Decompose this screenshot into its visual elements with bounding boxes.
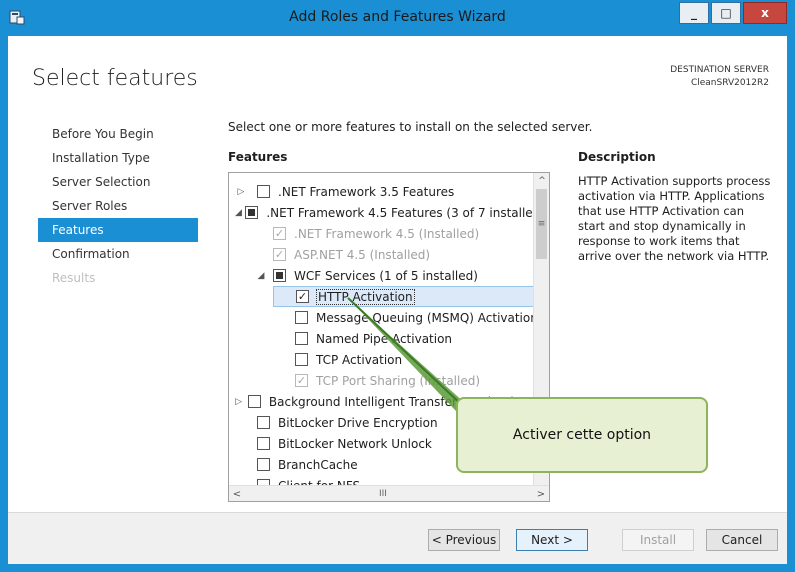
wizard-body: Select features DESTINATION SERVER Clean… (8, 36, 787, 564)
install-button: Install (622, 529, 694, 551)
window-title: Add Roles and Features Wizard (289, 9, 506, 25)
next-button[interactable]: Next > (516, 529, 588, 551)
maximize-button[interactable]: □ (711, 2, 741, 24)
callout-pointer-icon (347, 297, 466, 411)
cancel-button[interactable]: Cancel (706, 529, 778, 551)
title-bar[interactable]: Add Roles and Features Wizard _ □ x (0, 0, 795, 36)
window-controls: _ □ x (677, 2, 787, 24)
wizard-footer: < Previous Next > Install Cancel (8, 512, 787, 564)
annotation-callout: Activer cette option (456, 397, 708, 473)
close-button[interactable]: x (743, 2, 787, 24)
minimize-button[interactable]: _ (679, 2, 709, 24)
previous-button[interactable]: < Previous (428, 529, 500, 551)
wizard-window: Add Roles and Features Wizard _ □ x Sele… (0, 0, 795, 572)
